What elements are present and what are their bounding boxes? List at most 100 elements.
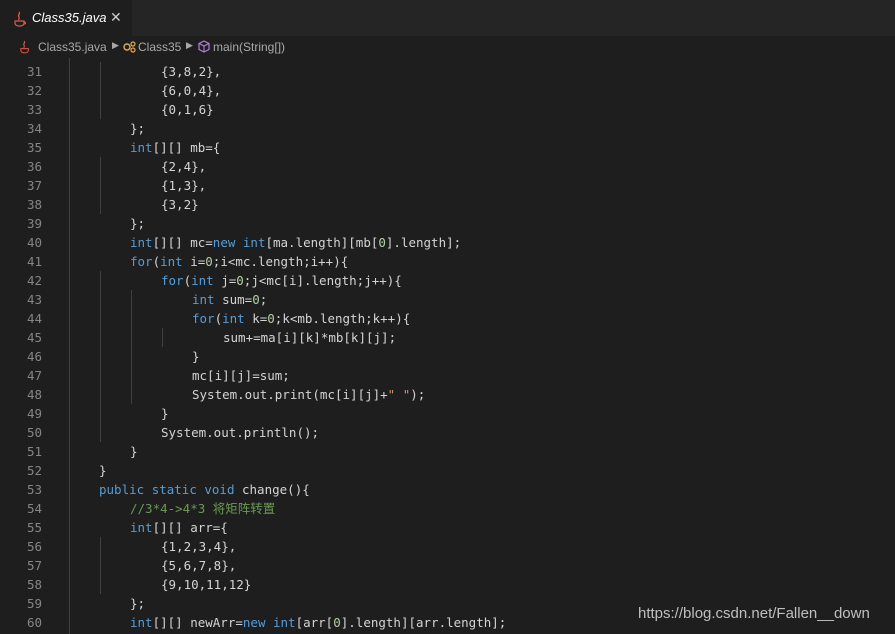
code-token: sum+=ma[i][k]*mb[k][j]; — [223, 330, 397, 345]
breadcrumb-file[interactable]: Class35.java — [38, 40, 107, 54]
indent-guide — [162, 328, 163, 347]
code-line[interactable]: 52} — [0, 461, 895, 480]
code-line[interactable]: 34}; — [0, 119, 895, 138]
code-token: [][] mb={ — [152, 140, 221, 155]
code-token: for — [192, 311, 215, 326]
code-line[interactable]: 53 public static void change(){ — [0, 480, 895, 499]
code-token: 0 — [267, 311, 275, 326]
code-token: int — [273, 615, 296, 630]
code-token: 0 — [333, 615, 341, 630]
line-number: 60 — [26, 615, 42, 630]
line-number: 33 — [26, 102, 42, 117]
line-number: 52 — [26, 463, 42, 478]
code-line[interactable]: 45 sum+=ma[i][k]*mb[k][j]; — [0, 328, 895, 347]
indent-guide — [131, 290, 132, 309]
code-token: [ma.length][mb[ — [265, 235, 379, 250]
code-token: 0 — [236, 273, 244, 288]
code-line[interactable]: 35 int[][] mb={ — [0, 138, 895, 157]
line-number: 31 — [26, 64, 42, 79]
code-line[interactable]: 55 int[][] arr={ — [0, 518, 895, 537]
code-token: int — [242, 235, 266, 250]
code-line[interactable]: 57 {5,6,7,8}, — [0, 556, 895, 575]
line-number: 35 — [26, 140, 42, 155]
method-icon — [198, 40, 210, 53]
line-number: 53 — [26, 482, 42, 497]
code-token: ( — [214, 311, 223, 326]
code-token: static — [151, 482, 197, 497]
breadcrumb-method[interactable]: main(String[]) — [213, 40, 285, 54]
code-text: {0,1,6} — [161, 100, 214, 119]
line-number: 49 — [26, 406, 42, 421]
indent-guide — [100, 423, 101, 442]
code-text: sum+=ma[i][k]*mb[k][j]; — [223, 328, 396, 347]
line-number: 38 — [26, 197, 42, 212]
indent-guide — [100, 537, 101, 556]
code-token: int — [192, 292, 215, 307]
breadcrumb-class[interactable]: Class35 — [138, 40, 181, 54]
line-number: 37 — [26, 178, 42, 193]
code-token: ;i<mc.length;i++){ — [212, 254, 349, 269]
code-line[interactable]: 40 int[][] mc=new int[ma.length][mb[0].le… — [0, 233, 895, 252]
code-token: public — [99, 482, 145, 497]
code-line[interactable]: 37 {1,3}, — [0, 176, 895, 195]
code-text: } — [192, 347, 200, 366]
code-text: }; — [130, 119, 145, 138]
code-editor[interactable]: 31 {3,8,2}, 32 {6,0,4}, 33 {0,1,6} 34}; 35 int[]… — [0, 58, 895, 634]
code-line[interactable]: 48 System.out.print(mc[i][j]+" "); — [0, 385, 895, 404]
line-number: 42 — [26, 273, 42, 288]
code-text: public static void change(){ — [99, 480, 310, 499]
code-line[interactable]: 46} — [0, 347, 895, 366]
code-line[interactable]: 31 {3,8,2}, — [0, 62, 895, 81]
code-line[interactable]: 32 {6,0,4}, — [0, 81, 895, 100]
tab-class35-java[interactable]: Class35.java ✕ — [0, 0, 132, 36]
code-token: [arr[ — [295, 615, 334, 630]
code-text: {2,4}, — [161, 157, 206, 176]
code-token: j= — [213, 273, 237, 288]
code-line[interactable]: 47 mc[i][j]=sum; — [0, 366, 895, 385]
line-number: 45 — [26, 330, 42, 345]
code-text: int[][] arr={ — [130, 518, 228, 537]
line-number: 43 — [26, 292, 42, 307]
code-token: [][] arr={ — [152, 520, 228, 535]
code-text: {5,6,7,8}, — [161, 556, 236, 575]
code-token: int — [130, 520, 153, 535]
code-text: }; — [130, 594, 145, 613]
code-line[interactable]: 44 for(int k=0;k<mb.length;k++){ — [0, 309, 895, 328]
indent-guide — [100, 366, 101, 385]
code-text: } — [161, 404, 169, 423]
code-text: } — [99, 461, 107, 480]
code-line[interactable]: 42 for(int j=0;j<mc[i].length;j++){ — [0, 271, 895, 290]
code-line[interactable]: 56 {1,2,3,4}, — [0, 537, 895, 556]
code-line[interactable]: 54 //3*4->4*3 将矩阵转置 — [0, 499, 895, 518]
code-line[interactable]: 43 int sum=0; — [0, 290, 895, 309]
code-token: //3*4->4*3 将矩阵转置 — [130, 501, 276, 516]
code-text: } — [130, 442, 138, 461]
code-token: for — [161, 273, 184, 288]
code-line[interactable]: 49} — [0, 404, 895, 423]
code-text: for(int i=0;i<mc.length;i++){ — [130, 252, 348, 271]
code-line[interactable]: 41 for(int i=0;i<mc.length;i++){ — [0, 252, 895, 271]
code-token: {0,1,6} — [161, 102, 214, 117]
code-text: {3,2} — [161, 195, 199, 214]
code-token: [][] mc= — [152, 235, 213, 250]
code-token: int — [130, 140, 153, 155]
line-number: 32 — [26, 83, 42, 98]
code-text: for(int j=0;j<mc[i].length;j++){ — [161, 271, 402, 290]
code-line[interactable]: 58 {9,10,11,12} — [0, 575, 895, 594]
indent-guide — [131, 309, 132, 328]
code-text: {1,2,3,4}, — [161, 537, 236, 556]
code-line[interactable]: 38 {3,2} — [0, 195, 895, 214]
code-text: System.out.print(mc[i][j]+" "); — [192, 385, 425, 404]
indent-guide — [100, 271, 101, 290]
code-line[interactable]: 36 {2,4}, — [0, 157, 895, 176]
close-icon[interactable]: ✕ — [110, 9, 122, 26]
code-text: int[][] newArr=new int[arr[0].length][ar… — [130, 613, 506, 632]
breadcrumb: Class35.java ▶ Class35 ▶ main(String[]) — [0, 36, 895, 58]
code-line[interactable]: 51} — [0, 442, 895, 461]
code-line[interactable]: 50 System.out.println(); — [0, 423, 895, 442]
code-token: ;j<mc[i].length;j++){ — [243, 273, 402, 288]
code-line[interactable]: 33 {0,1,6} — [0, 100, 895, 119]
code-token: {5,6,7,8}, — [161, 558, 237, 573]
code-line[interactable]: 39}; — [0, 214, 895, 233]
